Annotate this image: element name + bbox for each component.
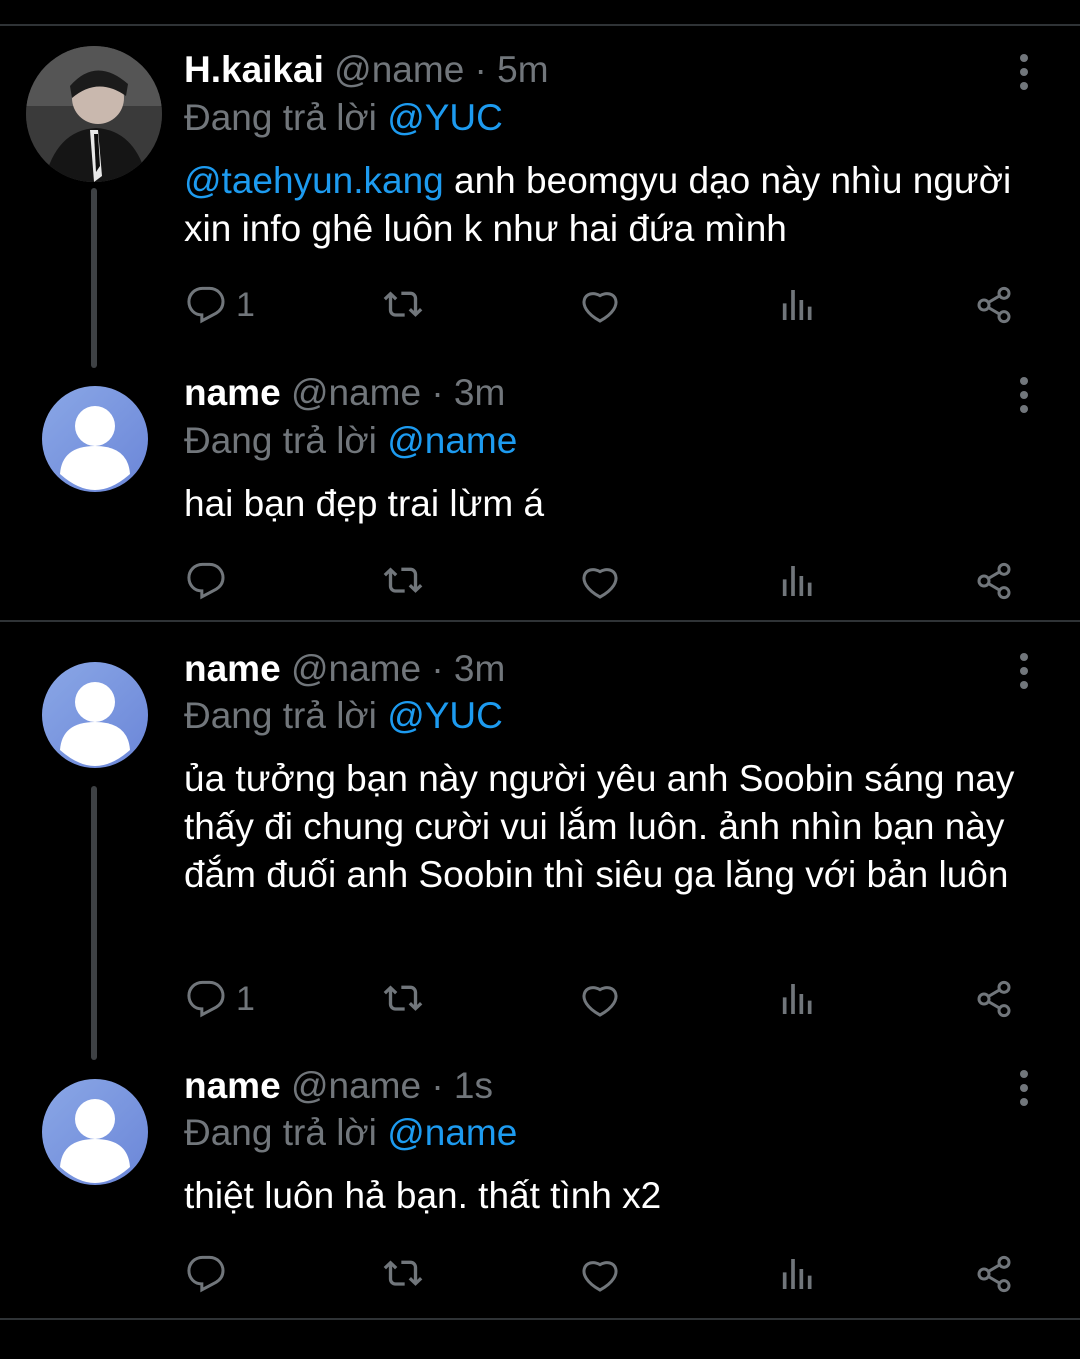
share-icon — [977, 980, 1011, 1018]
reply-count: 1 — [236, 285, 255, 324]
handle-time: @name · 5m — [334, 49, 549, 90]
reply-button[interactable]: 1 — [186, 977, 255, 1021]
replying-to-mention[interactable]: @name — [387, 420, 517, 461]
action-bar: 1 — [184, 977, 1034, 1021]
like-button[interactable] — [580, 1252, 620, 1296]
body-mention[interactable]: @taehyun.kang — [184, 160, 444, 201]
more-vertical-icon[interactable] — [1012, 1068, 1036, 1108]
like-button[interactable] — [580, 559, 620, 603]
more-vertical-icon[interactable] — [1012, 651, 1036, 691]
replying-to-label: Đang trả lời — [184, 1112, 377, 1153]
views-button[interactable] — [778, 559, 818, 603]
comment-icon — [187, 1255, 225, 1293]
replying-to-label: Đang trả lời — [184, 97, 377, 138]
tweet-header: name @name · 3m — [184, 646, 505, 692]
reply-button[interactable] — [186, 1252, 236, 1296]
replying-to: Đang trả lời @YUC — [184, 693, 503, 739]
share-icon — [977, 286, 1011, 324]
default-avatar[interactable] — [42, 386, 148, 492]
heart-icon — [582, 986, 618, 1017]
top-divider — [0, 24, 1080, 26]
reply-button[interactable]: 1 — [186, 283, 255, 327]
share-icon — [977, 1255, 1011, 1293]
tweet-text: ủa tưởng bạn này người yêu anh Soobin sá… — [184, 758, 1015, 895]
analytics-icon — [782, 566, 812, 596]
display-name[interactable]: name — [184, 648, 281, 689]
middle-divider — [0, 620, 1080, 622]
more-vertical-icon[interactable] — [1012, 375, 1036, 415]
tweet-text: @taehyun.kang anh beomgyu dạo này nhìu n… — [184, 157, 1034, 253]
views-button[interactable] — [778, 977, 818, 1021]
tweet-header: name @name · 1s — [184, 1063, 493, 1109]
handle-time: @name · 3m — [290, 648, 506, 689]
share-icon — [977, 562, 1011, 600]
display-name[interactable]: name — [184, 1065, 281, 1106]
replying-to: Đang trả lời @name — [184, 1110, 517, 1156]
replying-to-mention[interactable]: @name — [387, 1112, 517, 1153]
bottom-divider — [0, 1318, 1080, 1320]
analytics-icon — [782, 290, 812, 320]
replying-to-label: Đang trả lời — [184, 695, 377, 736]
replying-to-label: Đang trả lời — [184, 420, 377, 461]
comment-icon — [187, 562, 225, 600]
retweet-icon — [383, 1260, 423, 1286]
reply-button[interactable] — [186, 559, 236, 603]
tweet-text: hai bạn đẹp trai lừm á — [184, 483, 545, 524]
action-bar: 1 — [184, 283, 1034, 327]
analytics-icon — [782, 984, 812, 1014]
share-button[interactable] — [974, 283, 1014, 327]
replying-to: Đang trả lời @YUC — [184, 95, 503, 141]
views-button[interactable] — [778, 1252, 818, 1296]
retweet-button[interactable] — [380, 977, 426, 1021]
handle-time: @name · 1s — [290, 1065, 494, 1106]
action-bar — [184, 559, 1034, 603]
replying-to: Đang trả lời @name — [184, 418, 517, 464]
heart-icon — [582, 568, 618, 599]
handle-time: @name · 3m — [290, 372, 506, 413]
analytics-icon — [782, 1259, 812, 1289]
display-name[interactable]: H.kaikai — [184, 49, 324, 90]
replying-to-mention[interactable]: @YUC — [387, 695, 503, 736]
share-button[interactable] — [974, 1252, 1014, 1296]
comment-icon — [187, 286, 225, 324]
heart-icon — [582, 292, 618, 323]
action-bar — [184, 1252, 1034, 1296]
tweet-text: thiệt luôn hả bạn. thất tình x2 — [184, 1175, 662, 1216]
comment-icon — [187, 980, 225, 1018]
default-avatar[interactable] — [42, 1079, 148, 1185]
heart-icon — [582, 1261, 618, 1292]
retweet-icon — [383, 291, 423, 317]
default-avatar[interactable] — [42, 662, 148, 768]
like-button[interactable] — [580, 283, 620, 327]
more-vertical-icon[interactable] — [1012, 52, 1036, 92]
like-button[interactable] — [580, 977, 620, 1021]
share-button[interactable] — [974, 559, 1014, 603]
retweet-button[interactable] — [380, 283, 426, 327]
views-button[interactable] — [778, 283, 818, 327]
reply-count: 1 — [236, 979, 255, 1018]
tweet-header: name @name · 3m — [184, 370, 505, 416]
user-avatar-photo[interactable] — [26, 46, 162, 182]
retweet-button[interactable] — [380, 1252, 426, 1296]
thread-line — [91, 786, 97, 1060]
tweet-header: H.kaikai @name · 5m — [184, 47, 549, 93]
retweet-icon — [383, 567, 423, 593]
thread-line — [91, 188, 97, 368]
replying-to-mention[interactable]: @YUC — [387, 97, 503, 138]
display-name[interactable]: name — [184, 372, 281, 413]
retweet-icon — [383, 985, 423, 1011]
share-button[interactable] — [974, 977, 1014, 1021]
retweet-button[interactable] — [380, 559, 426, 603]
